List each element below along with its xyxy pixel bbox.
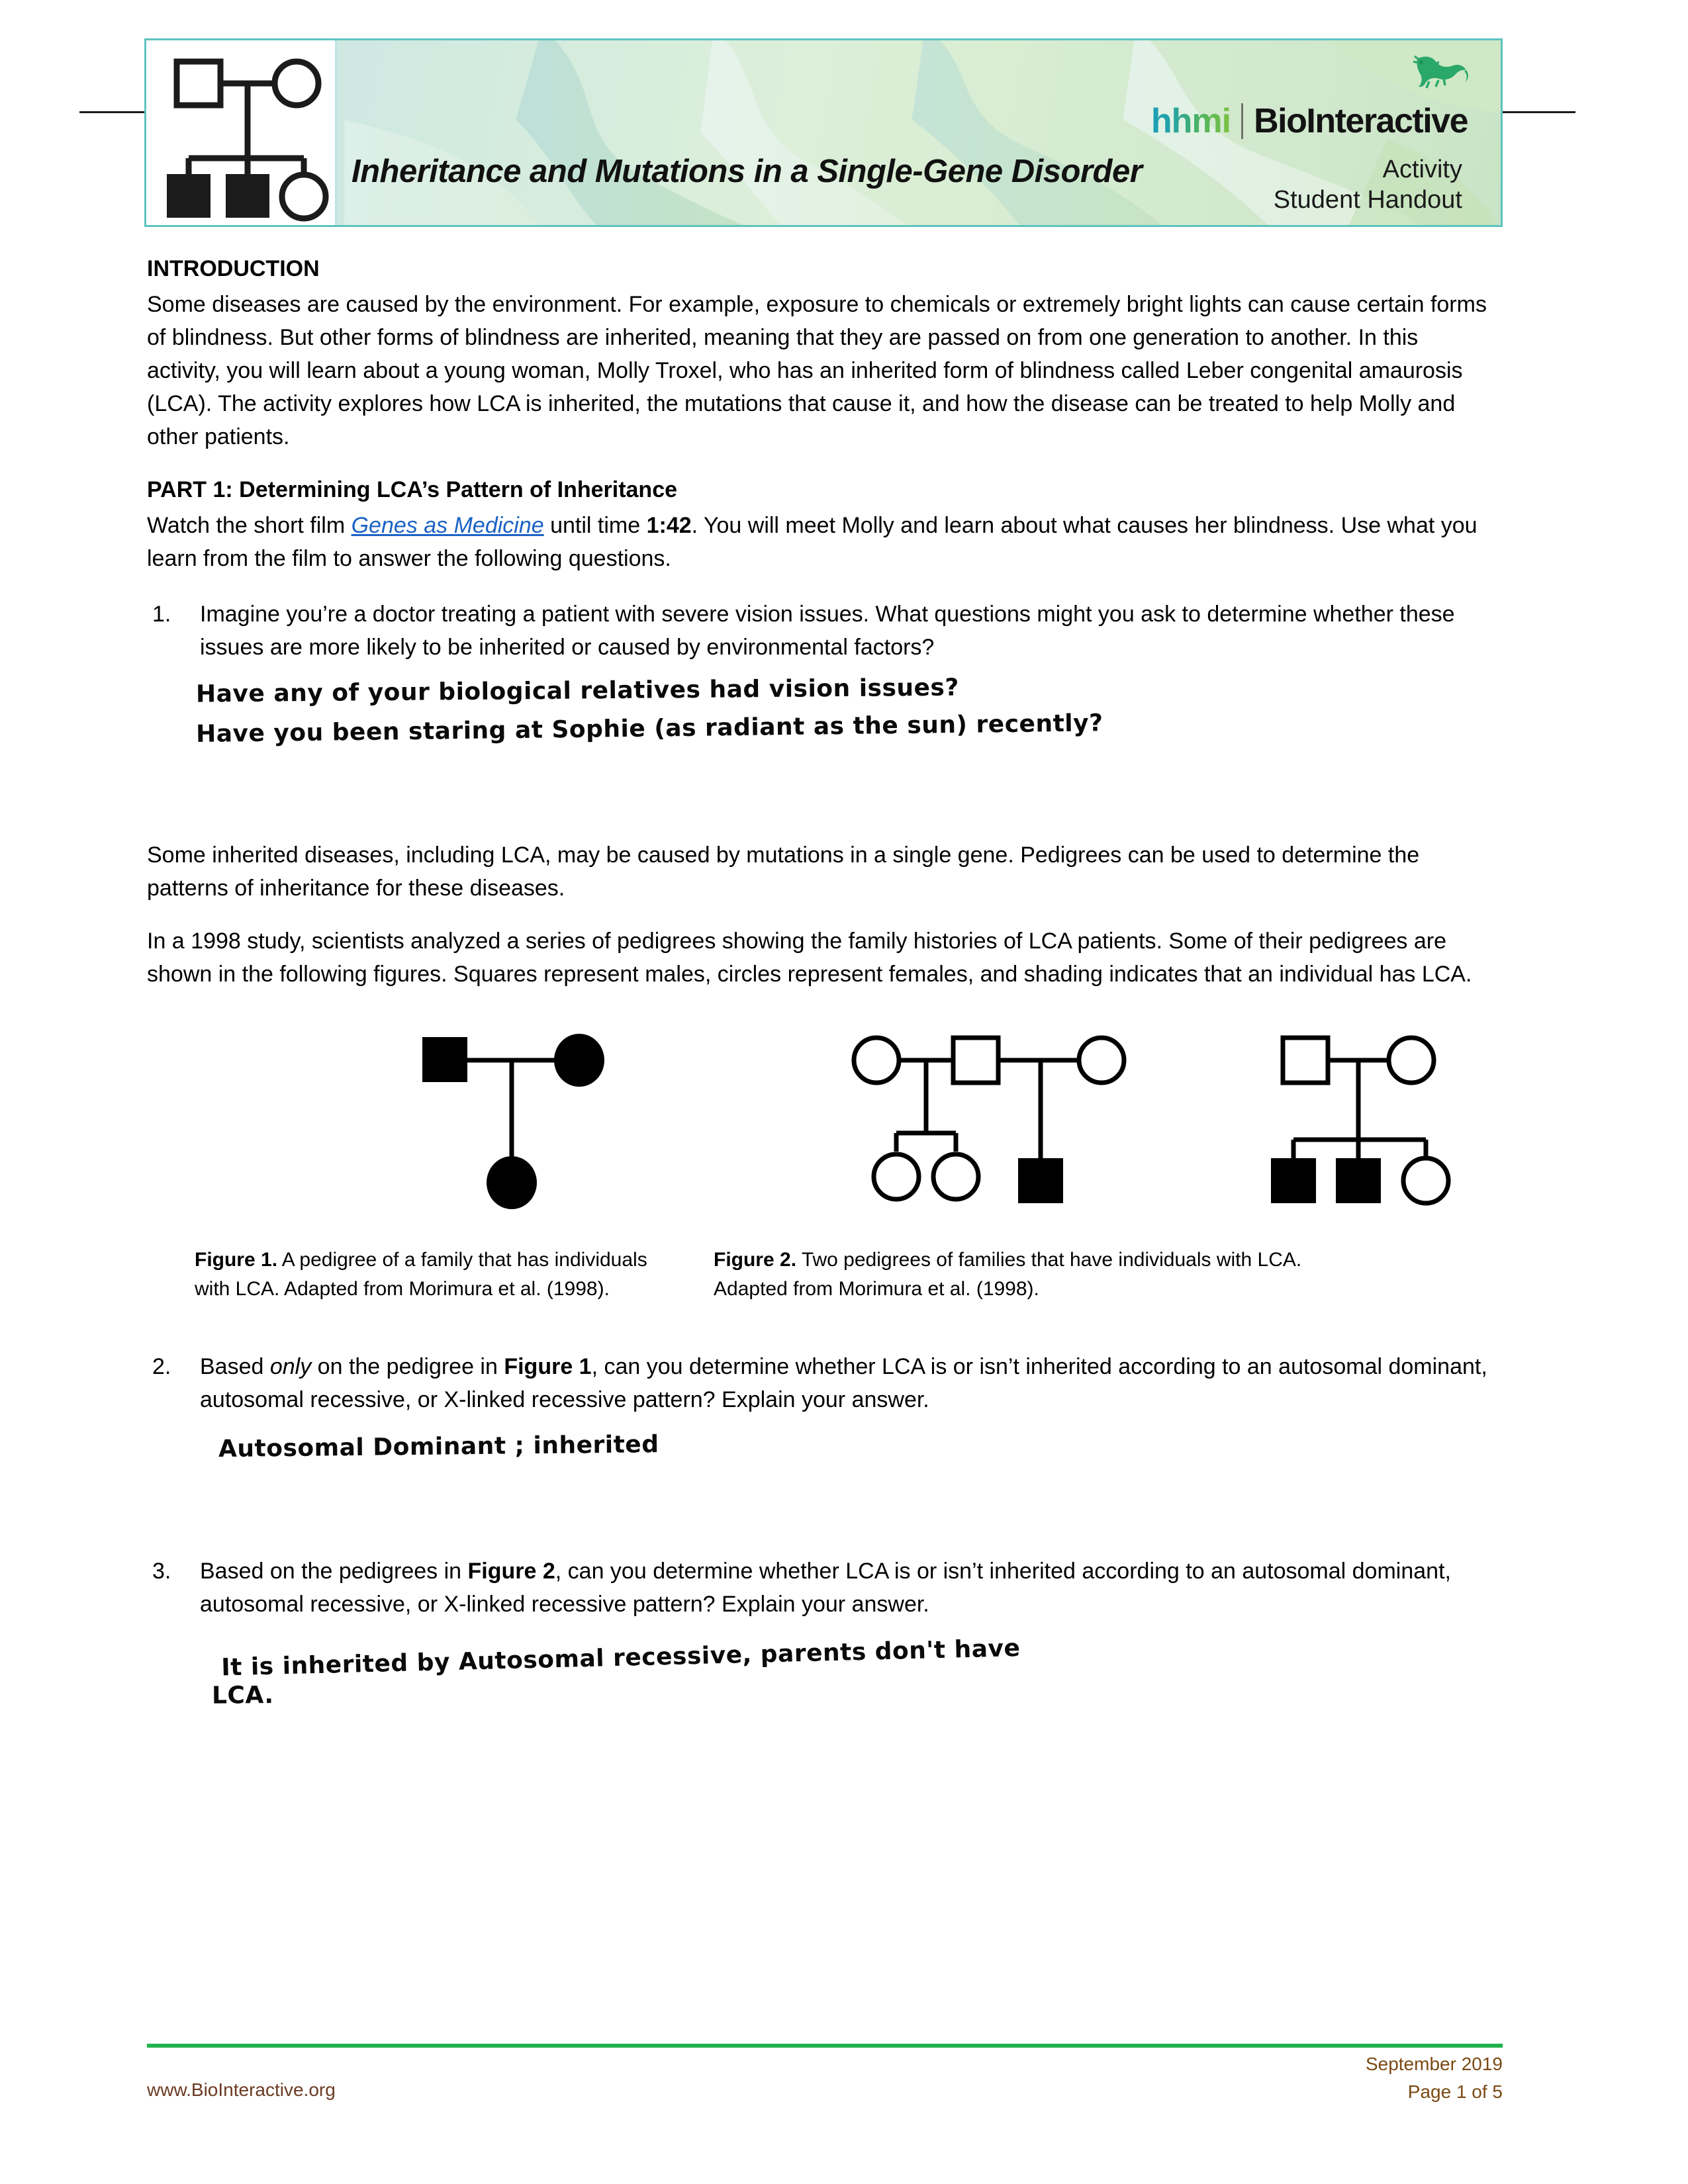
figure-2-left-pedigree <box>851 1035 1127 1204</box>
question-3-text-a: Based on the pedigrees in <box>200 1559 468 1584</box>
header-banner: Inheritance and Mutations in a Single-Ge… <box>144 38 1503 227</box>
fig2l-mother1-unaffected-female <box>851 1035 902 1085</box>
question-3: 3. Based on the pedigrees in Figure 2, ca… <box>147 1555 1497 1621</box>
question-list: 1. Imagine you’re a doctor treating a pa… <box>147 598 1497 664</box>
fig2l-daughter1-unaffected-female <box>871 1152 921 1202</box>
question-3-list: 3. Based on the pedigrees in Figure 2, ca… <box>147 1555 1497 1621</box>
film-timestamp: 1:42 <box>646 513 692 539</box>
question-1-answer-line-2: Have you been staring at Sophie (as radi… <box>195 709 1103 749</box>
pedigree-chart-icon <box>146 40 337 225</box>
hhmi-biointeractive-logo: hhmi BioInteractive <box>1151 103 1468 139</box>
introduction-paragraph: Some diseases are caused by the environm… <box>147 292 1487 450</box>
pedigree-intro-paragraph-2: In a 1998 study, scientists analyzed a s… <box>147 929 1472 987</box>
figure-1-label: Figure 1. <box>195 1249 278 1271</box>
question-3-answer: It is inherited by Autosomal recessive, … <box>212 1635 1497 1709</box>
fig2r-daughter-unaffected-female <box>1401 1156 1451 1206</box>
figure-1-caption: Figure 1. A pedigree of a family that ha… <box>195 1246 684 1303</box>
figure-2-caption-text: Two pedigrees of families that have indi… <box>714 1249 1302 1300</box>
question-2-answer: Autosomal Dominant ; inherited <box>218 1429 1497 1463</box>
question-1-answer: Have any of your biological relatives ha… <box>196 674 1497 748</box>
footer-page-number: Page 1 of 5 <box>1407 2081 1503 2102</box>
question-2-text-c: on the pedigree in <box>311 1354 504 1380</box>
fig2r-father-unaffected-male <box>1280 1035 1331 1085</box>
footer-website[interactable]: www.BioInteractive.org <box>147 2079 336 2101</box>
question-1-answer-line-1: Have any of your biological relatives ha… <box>195 674 959 708</box>
part1-heading: PART 1: Determining LCA’s Pattern of Inh… <box>147 477 678 503</box>
question-2-number: 2. <box>152 1354 171 1380</box>
instruction-text-pre: Watch the short film <box>147 513 352 539</box>
figure-2-label: Figure 2. <box>714 1249 797 1271</box>
document-audience-label: Student Handout <box>1273 186 1462 214</box>
figures-row <box>147 1015 1497 1234</box>
instruction-text-mid: until time <box>543 513 647 539</box>
document-body: INTRODUCTION Some diseases are caused by… <box>147 253 1497 1709</box>
header-rule-left <box>79 111 146 113</box>
document-type-label: Activity <box>1382 156 1462 183</box>
figure-1-pedigree <box>422 1034 604 1210</box>
document-page: Inheritance and Mutations in a Single-Ge… <box>0 0 1688 2184</box>
fig2l-son-affected-male <box>1018 1158 1063 1204</box>
question-1: 1. Imagine you’re a doctor treating a pa… <box>147 598 1497 664</box>
fig2l-daughter2-unaffected-female <box>931 1152 981 1202</box>
question-1-text: Imagine you’re a doctor treating a patie… <box>200 602 1455 660</box>
question-2-text-a: Based <box>200 1354 270 1380</box>
question-2-emphasis-only: only <box>269 1354 312 1380</box>
gecko-icon <box>1409 52 1470 106</box>
fig2r-mother-unaffected-female <box>1386 1035 1436 1085</box>
fig2r-son2-affected-male <box>1336 1158 1381 1204</box>
hhmi-wordmark: hhmi <box>1150 102 1231 140</box>
question-2: 2. Based only on the pedigree in Figure 1… <box>147 1351 1497 1417</box>
footer-meta: September 2019 Page 1 of 5 <box>1366 2050 1503 2106</box>
document-header: Inheritance and Mutations in a Single-Ge… <box>0 38 1688 230</box>
pedigree-intro-paragraph-1: Some inherited diseases, including LCA, … <box>147 842 1420 901</box>
figure-1-child-affected-female <box>487 1156 537 1210</box>
figure-2-caption: Figure 2. Two pedigrees of families that… <box>714 1246 1362 1303</box>
figure-2-right-pedigree <box>1271 1035 1451 1206</box>
question-1-number: 1. <box>152 602 171 627</box>
question-3-answer-line-2: LCA. <box>211 1682 274 1709</box>
header-rule-right <box>1501 111 1575 113</box>
biointeractive-wordmark: BioInteractive <box>1254 102 1468 140</box>
figure-captions-row: Figure 1. A pedigree of a family that ha… <box>147 1246 1497 1303</box>
figure-1-father-affected-male <box>422 1037 467 1083</box>
page-title: Inheritance and Mutations in a Single-Ge… <box>352 154 1143 189</box>
question-3-answer-line-1: It is inherited by Autosomal recessive, … <box>220 1635 1021 1682</box>
question-3-figure-ref: Figure 2 <box>467 1559 555 1584</box>
part1-instruction: Watch the short film Genes as Medicine u… <box>147 510 1497 576</box>
question-2-list: 2. Based only on the pedigree in Figure 1… <box>147 1351 1497 1417</box>
fig2r-son1-affected-male <box>1271 1158 1316 1204</box>
introduction-heading: INTRODUCTION <box>147 256 320 281</box>
logo-divider <box>1241 103 1244 139</box>
footer-date: September 2019 <box>1365 2054 1503 2074</box>
question-3-number: 3. <box>152 1559 171 1584</box>
fig2l-mother2-unaffected-female <box>1076 1035 1127 1085</box>
footer-divider <box>147 2044 1503 2048</box>
question-2-figure-ref: Figure 1 <box>504 1354 592 1380</box>
figure-1-mother-affected-female <box>554 1034 604 1087</box>
fig2l-father-unaffected-male <box>951 1035 1001 1085</box>
genes-as-medicine-link[interactable]: Genes as Medicine <box>352 513 544 538</box>
